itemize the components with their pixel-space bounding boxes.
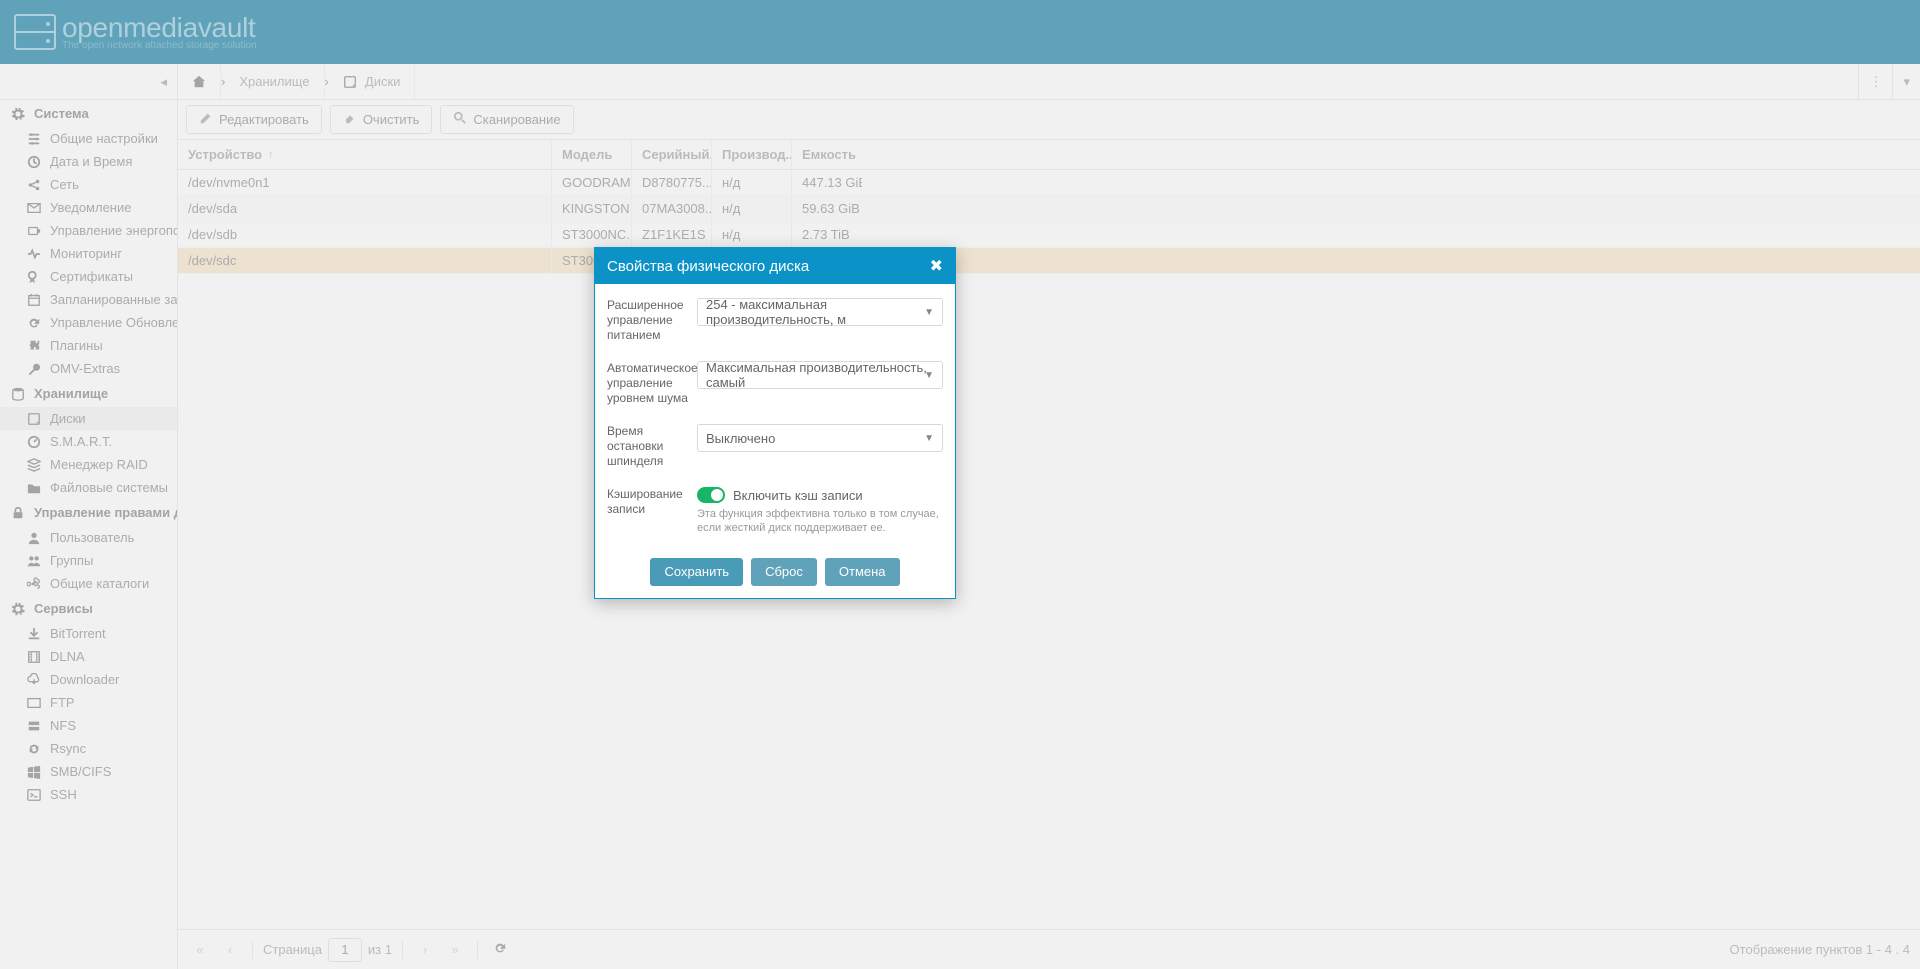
cancel-button[interactable]: Отмена xyxy=(825,558,900,586)
caret-down-icon: ▼ xyxy=(924,370,934,381)
spindown-field-label: Время остановки шпинделя xyxy=(607,424,691,469)
dialog-header[interactable]: Свойства физического диска ✖ xyxy=(595,248,955,284)
aam-combo[interactable]: Максимальная производительность, самый ▼ xyxy=(697,361,943,389)
wcache-toggle[interactable] xyxy=(697,487,725,503)
apm-combo-value: 254 - максимальная производительность, м xyxy=(706,297,942,327)
reset-button[interactable]: Сброс xyxy=(751,558,817,586)
app-logo: openmediavault The open network attached… xyxy=(14,14,257,51)
apm-field-label: Расширенное управление питанием xyxy=(607,298,691,343)
wcache-toggle-label: Включить кэш записи xyxy=(733,488,863,503)
wcache-help-text: Эта функция эффективна только в том случ… xyxy=(697,507,943,536)
disk-properties-dialog: Свойства физического диска ✖ Расширенное… xyxy=(594,247,956,599)
spindown-combo-value: Выключено xyxy=(706,431,775,446)
spindown-combo[interactable]: Выключено ▼ xyxy=(697,424,943,452)
modal-mask xyxy=(0,64,1920,969)
aam-combo-value: Максимальная производительность, самый xyxy=(706,360,942,390)
apm-combo[interactable]: 254 - максимальная производительность, м… xyxy=(697,298,943,326)
close-icon: ✖ xyxy=(930,258,943,275)
logo-icon xyxy=(14,14,56,50)
dialog-title: Свойства физического диска xyxy=(607,258,930,275)
brand-tagline: The open network attached storage soluti… xyxy=(62,40,257,51)
caret-down-icon: ▼ xyxy=(924,307,934,318)
save-button[interactable]: Сохранить xyxy=(650,558,743,586)
aam-field-label: Автоматическое управление уровнем шума xyxy=(607,361,691,406)
app-header: openmediavault The open network attached… xyxy=(0,0,1920,64)
brand-name: openmediavault xyxy=(62,14,257,42)
dialog-close-button[interactable]: ✖ xyxy=(930,256,943,276)
caret-down-icon: ▼ xyxy=(924,433,934,444)
wcache-field-label: Кэширование записи xyxy=(607,487,691,517)
